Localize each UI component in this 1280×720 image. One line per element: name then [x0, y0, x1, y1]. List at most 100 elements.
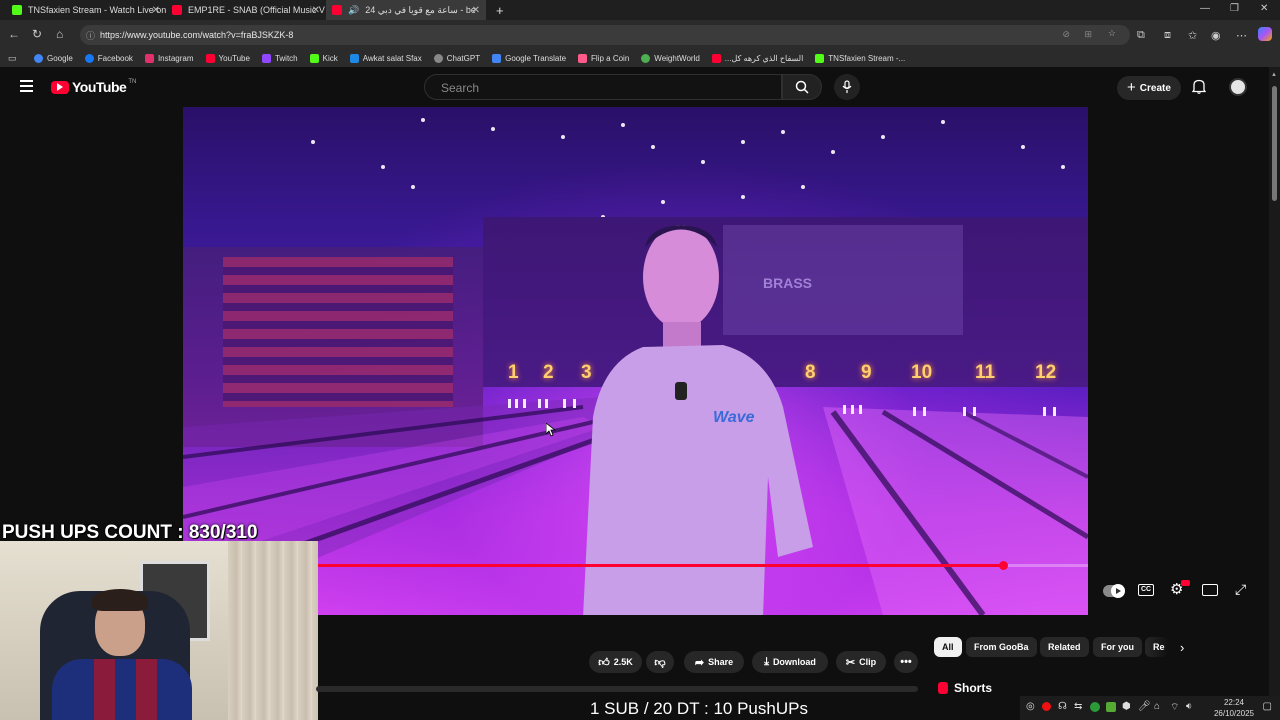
tray-nvidia-icon[interactable]	[1106, 702, 1116, 712]
scrollbar-thumb[interactable]	[1272, 86, 1277, 201]
hd-badge	[1181, 580, 1190, 586]
chip-all[interactable]: All	[934, 637, 962, 657]
tab-active-video[interactable]: 🔊 24 ساعة مع قويا في دبي - be ✕	[326, 0, 486, 20]
google-icon	[34, 54, 43, 63]
site-info-icon[interactable]: ⓘ	[86, 29, 95, 42]
notifications-bell-icon[interactable]	[1191, 79, 1207, 97]
video-scrubber-handle[interactable]	[999, 561, 1009, 570]
country-code: TN	[128, 79, 137, 85]
tray-headset-icon[interactable]: ☊	[1058, 701, 1067, 712]
autoplay-toggle[interactable]	[1103, 584, 1125, 598]
plus-icon: +	[1127, 79, 1136, 96]
tray-green-icon[interactable]	[1090, 702, 1100, 712]
bookmark-tnsfaxien[interactable]: TNSfaxien Stream -...	[815, 54, 905, 63]
like-button[interactable]: 👍︎ 2.5K	[589, 651, 642, 673]
bookmark-awkat-salat[interactable]: Awkat salat Sfax	[349, 54, 422, 63]
bookmark-google[interactable]: Google	[34, 54, 73, 63]
bookmark-flip-a-coin[interactable]: Flip a Coin	[578, 54, 629, 63]
extensions-icon[interactable]: ⧉	[1137, 29, 1145, 42]
bookmark-youtube[interactable]: YouTube	[205, 54, 250, 63]
split-screen-icon[interactable]: ⧈	[1164, 29, 1171, 42]
tray-record-icon[interactable]	[1042, 702, 1051, 711]
bookmark-facebook[interactable]: Facebook	[84, 54, 133, 63]
chip-from-gooba[interactable]: From GooBa	[966, 637, 1037, 657]
chip-recently-uploaded[interactable]: Re	[1145, 637, 1169, 657]
chevron-right-icon[interactable]: ›	[1180, 640, 1184, 655]
tab-emp1re-snab[interactable]: EMP1RE - SNAB (Official Music V ✕	[166, 0, 326, 20]
chip-for-you[interactable]: For you	[1093, 637, 1142, 657]
notifications-icon[interactable]: ▢	[1263, 701, 1272, 712]
video-player[interactable]: BRASS 1 2 3 8 9 10 11 12 Wave	[183, 107, 1088, 615]
youtube-logo[interactable]: YouTube TN	[51, 79, 136, 95]
bookmark-kick[interactable]: Kick	[309, 54, 338, 63]
lane-number: 1	[508, 362, 519, 383]
close-icon[interactable]: ✕	[312, 5, 320, 16]
tray-volume-icon[interactable]: 🔉︎	[1186, 701, 1192, 712]
voice-search-button[interactable]	[834, 74, 860, 100]
speaker-icon[interactable]: 🔊	[348, 5, 359, 16]
bookmark-weightworld[interactable]: WeightWorld	[641, 54, 700, 63]
tray-wifi-icon[interactable]: ⌔	[1170, 701, 1179, 714]
bookmarks-menu-icon[interactable]: ▭	[8, 53, 17, 64]
browser-tab-strip: TNSfaxien Stream - Watch Live on ✕ EMP1R…	[0, 0, 1280, 20]
tab-tnsfaxien-stream[interactable]: TNSfaxien Stream - Watch Live on ✕	[6, 0, 166, 20]
download-button[interactable]: ⤓ Download	[752, 651, 828, 673]
fullscreen-icon[interactable]: ⤢	[1235, 582, 1246, 596]
clip-button[interactable]: ✂ Clip	[836, 651, 886, 673]
account-avatar[interactable]	[1229, 78, 1247, 96]
search-input[interactable]: Search	[424, 74, 782, 100]
tray-mic-icon[interactable]: 🎤︎	[1138, 701, 1151, 712]
copilot-icon[interactable]	[1258, 27, 1272, 41]
bookmark-label: Google	[47, 54, 73, 63]
back-icon[interactable]: ←	[8, 27, 20, 41]
more-dots-icon: •••	[900, 656, 912, 668]
tray-network-icon[interactable]: ⌂	[1154, 701, 1160, 712]
bookmark-google-translate[interactable]: Google Translate	[492, 54, 566, 63]
tracking-icon[interactable]: ⊘	[1062, 29, 1070, 40]
reload-icon[interactable]: ↻	[32, 27, 42, 41]
bookmark-chatgpt[interactable]: ChatGPT	[433, 54, 480, 63]
close-window-icon[interactable]: ✕	[1260, 3, 1268, 14]
close-icon[interactable]: ✕	[472, 5, 480, 16]
profile-icon[interactable]: ◉	[1211, 29, 1221, 42]
search-button[interactable]	[782, 74, 822, 100]
favorite-star-icon[interactable]: ☆	[1108, 28, 1116, 39]
video-progress-played[interactable]	[316, 564, 1004, 567]
more-menu-icon[interactable]: ⋯	[1236, 29, 1247, 42]
more-actions-button[interactable]: •••	[894, 651, 918, 673]
chatgpt-icon	[433, 54, 443, 63]
bookmark-instagram[interactable]: Instagram	[144, 54, 194, 63]
restore-icon[interactable]: ❐	[1230, 3, 1239, 14]
chip-related[interactable]: Related	[1040, 637, 1089, 657]
youtube-icon	[205, 54, 215, 63]
url-field[interactable]: ⓘ https://www.youtube.com/watch?v=fraBJS…	[80, 25, 1130, 45]
share-button[interactable]: ➦ Share	[684, 651, 744, 673]
taskbar-clock[interactable]: 22:24 26/10/2025	[1214, 697, 1254, 719]
description-box-edge[interactable]	[316, 686, 918, 692]
scroll-up-arrow-icon[interactable]: ▲	[1271, 72, 1277, 78]
captions-icon[interactable]: CC	[1138, 584, 1154, 596]
bookmark-arabic-video[interactable]: ...السفاح الذي كرهه كل	[711, 54, 803, 63]
app-available-icon[interactable]: ⊞	[1084, 29, 1092, 40]
tray-app-icon[interactable]: ◎	[1026, 701, 1035, 712]
download-icon: ⤓	[764, 655, 769, 668]
theater-mode-icon[interactable]	[1202, 584, 1218, 596]
favorites-icon[interactable]: ✩	[1188, 29, 1197, 42]
download-label: Download	[772, 657, 816, 667]
youtube-icon	[711, 54, 721, 63]
create-button[interactable]: + Create	[1117, 76, 1181, 100]
tray-shield-icon[interactable]: ⬢	[1122, 701, 1131, 712]
clip-label: Clip	[859, 657, 877, 667]
minimize-icon[interactable]: —	[1200, 3, 1210, 14]
hamburger-menu-icon[interactable]	[20, 80, 33, 92]
home-icon[interactable]: ⌂	[56, 27, 63, 41]
instagram-icon	[144, 54, 154, 63]
bookmark-label: Facebook	[97, 54, 133, 63]
new-tab-button[interactable]: +	[490, 0, 510, 20]
mouse-cursor-icon	[546, 423, 556, 437]
tray-share-icon[interactable]: ⇆	[1074, 701, 1082, 712]
dislike-button[interactable]: 👎︎	[646, 651, 674, 673]
close-icon[interactable]: ✕	[152, 5, 160, 16]
bookmark-twitch[interactable]: Twitch	[261, 54, 298, 63]
bookmark-label: Awkat salat Sfax	[362, 54, 422, 63]
